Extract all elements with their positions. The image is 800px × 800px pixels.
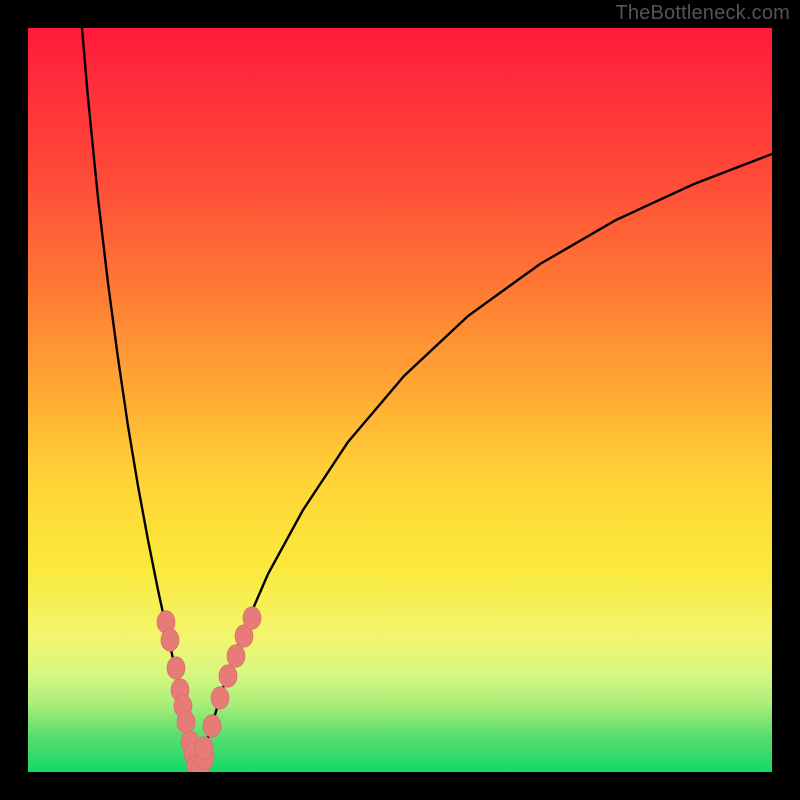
bead-marker bbox=[167, 657, 185, 680]
chart-frame: TheBottleneck.com bbox=[0, 0, 800, 800]
watermark-label: TheBottleneck.com bbox=[615, 2, 790, 25]
bead-marker bbox=[195, 737, 213, 760]
bead-marker bbox=[211, 687, 229, 710]
right-curve bbox=[198, 154, 772, 772]
plot-area bbox=[28, 28, 772, 772]
curves-layer bbox=[28, 28, 772, 772]
bead-marker bbox=[243, 607, 261, 630]
bead-marker bbox=[161, 629, 179, 652]
bead-marker bbox=[219, 665, 237, 688]
bead-marker bbox=[177, 711, 195, 734]
bead-markers bbox=[157, 607, 261, 772]
bead-marker bbox=[227, 645, 245, 668]
bead-marker bbox=[203, 715, 221, 738]
